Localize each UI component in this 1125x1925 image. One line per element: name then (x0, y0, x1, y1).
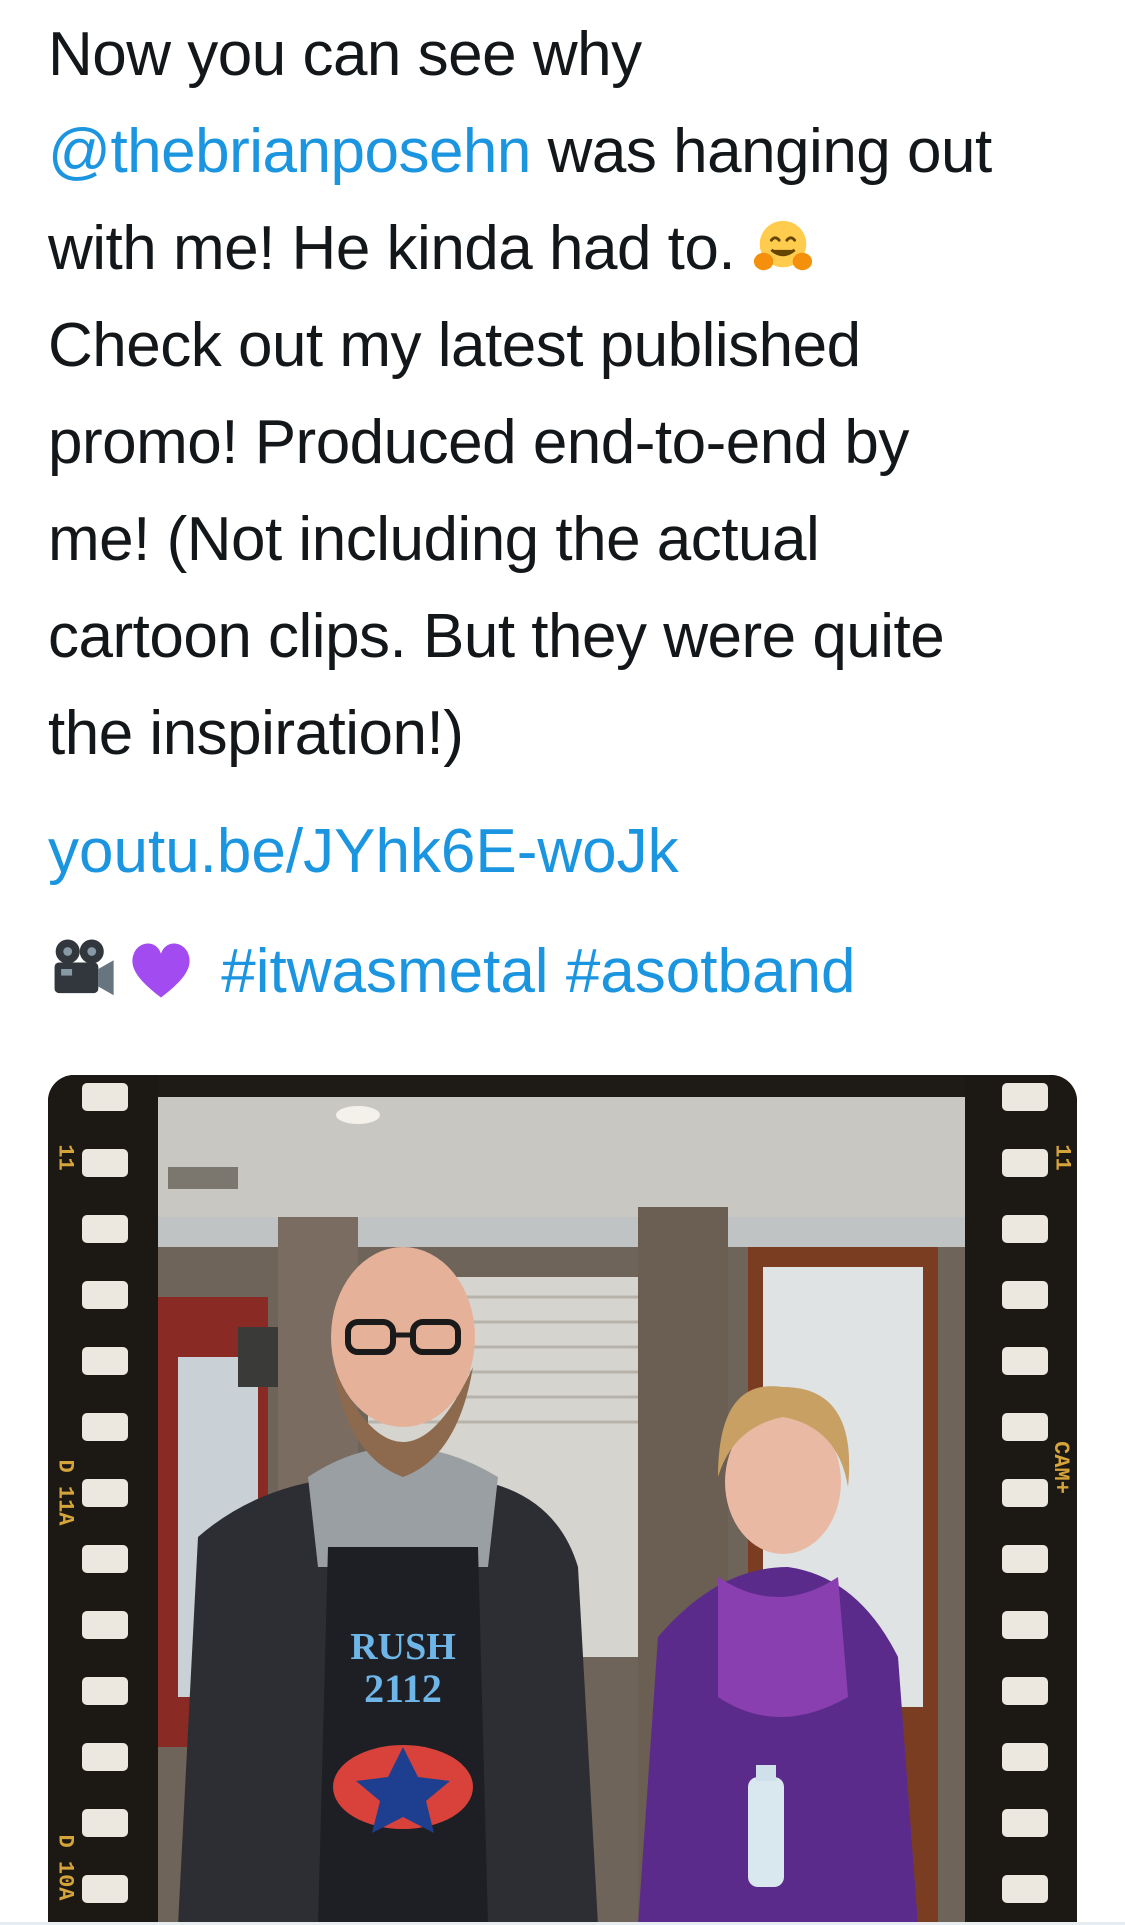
hashtag-asotband[interactable]: #asotband (566, 937, 856, 1006)
sprocket-hole (1002, 1413, 1048, 1441)
tweet-line: cartoon clips. But they were quite (48, 602, 945, 671)
film-edge-label: CAM+ (1048, 1441, 1074, 1494)
sprocket-hole (1002, 1809, 1048, 1837)
sprocket-hole (82, 1545, 128, 1573)
sprocket-hole (1002, 1743, 1048, 1771)
tweet-line: me! (Not including the actual (48, 505, 820, 574)
movie-camera-icon (54, 939, 114, 996)
hugging-face-icon (753, 220, 812, 271)
tweet-line: Now you can see why (48, 20, 642, 89)
film-edge-label: D 10A (52, 1834, 78, 1901)
film-edge-label: 11 (52, 1144, 78, 1171)
tweet-line: promo! Produced end-to-end by (48, 408, 909, 477)
sprocket-hole (1002, 1149, 1048, 1177)
tweet-line: @thebrianposehn was hanging out (48, 117, 992, 186)
sprocket-hole (82, 1611, 128, 1639)
sprocket-hole (1002, 1545, 1048, 1573)
youtube-link[interactable]: youtu.be/JYhk6E-woJk (48, 812, 679, 892)
shirt-text: 2112 (364, 1666, 442, 1711)
sprocket-hole (1002, 1347, 1048, 1375)
sprocket-hole (1002, 1083, 1048, 1111)
film-edge-label: 11 (1049, 1144, 1075, 1171)
sprocket-hole (1002, 1611, 1048, 1639)
sprocket-hole (82, 1083, 128, 1111)
shirt-text: RUSH (350, 1626, 456, 1668)
tweet-line: Check out my latest published (48, 311, 861, 380)
sprocket-hole (82, 1479, 128, 1507)
tweet-line: the inspiration!) (48, 699, 464, 768)
sprocket-hole (82, 1281, 128, 1309)
film-edge-label: D 11A (52, 1459, 78, 1526)
tweet-photo[interactable]: 11 D 11A D 10A 11 CAM+ RUSH 2112 (48, 1075, 1077, 1925)
sprocket-hole (1002, 1875, 1048, 1903)
sprocket-hole (82, 1743, 128, 1771)
sprocket-hole (82, 1149, 128, 1177)
mention-link[interactable]: @thebrianposehn (48, 117, 531, 186)
sprocket-hole (82, 1347, 128, 1375)
sprocket-hole (82, 1413, 128, 1441)
sprocket-hole (1002, 1677, 1048, 1705)
sprocket-hole (1002, 1479, 1048, 1507)
sprocket-hole (82, 1809, 128, 1837)
hashtag-line: #itwasmetal #asotband (48, 932, 855, 1012)
sprocket-hole (82, 1875, 128, 1903)
hashtag-itwasmetal[interactable]: #itwasmetal (221, 937, 548, 1006)
sprocket-hole (82, 1677, 128, 1705)
sprocket-hole (1002, 1281, 1048, 1309)
photo-image: RUSH 2112 (158, 1097, 965, 1925)
tweet-line: with me! He kinda had to. (48, 200, 1078, 297)
sprocket-hole (1002, 1215, 1048, 1243)
sprocket-hole (82, 1215, 128, 1243)
tweet-body: Now you can see why @thebrianposehn was … (48, 6, 1078, 782)
purple-heart-icon (132, 943, 190, 998)
